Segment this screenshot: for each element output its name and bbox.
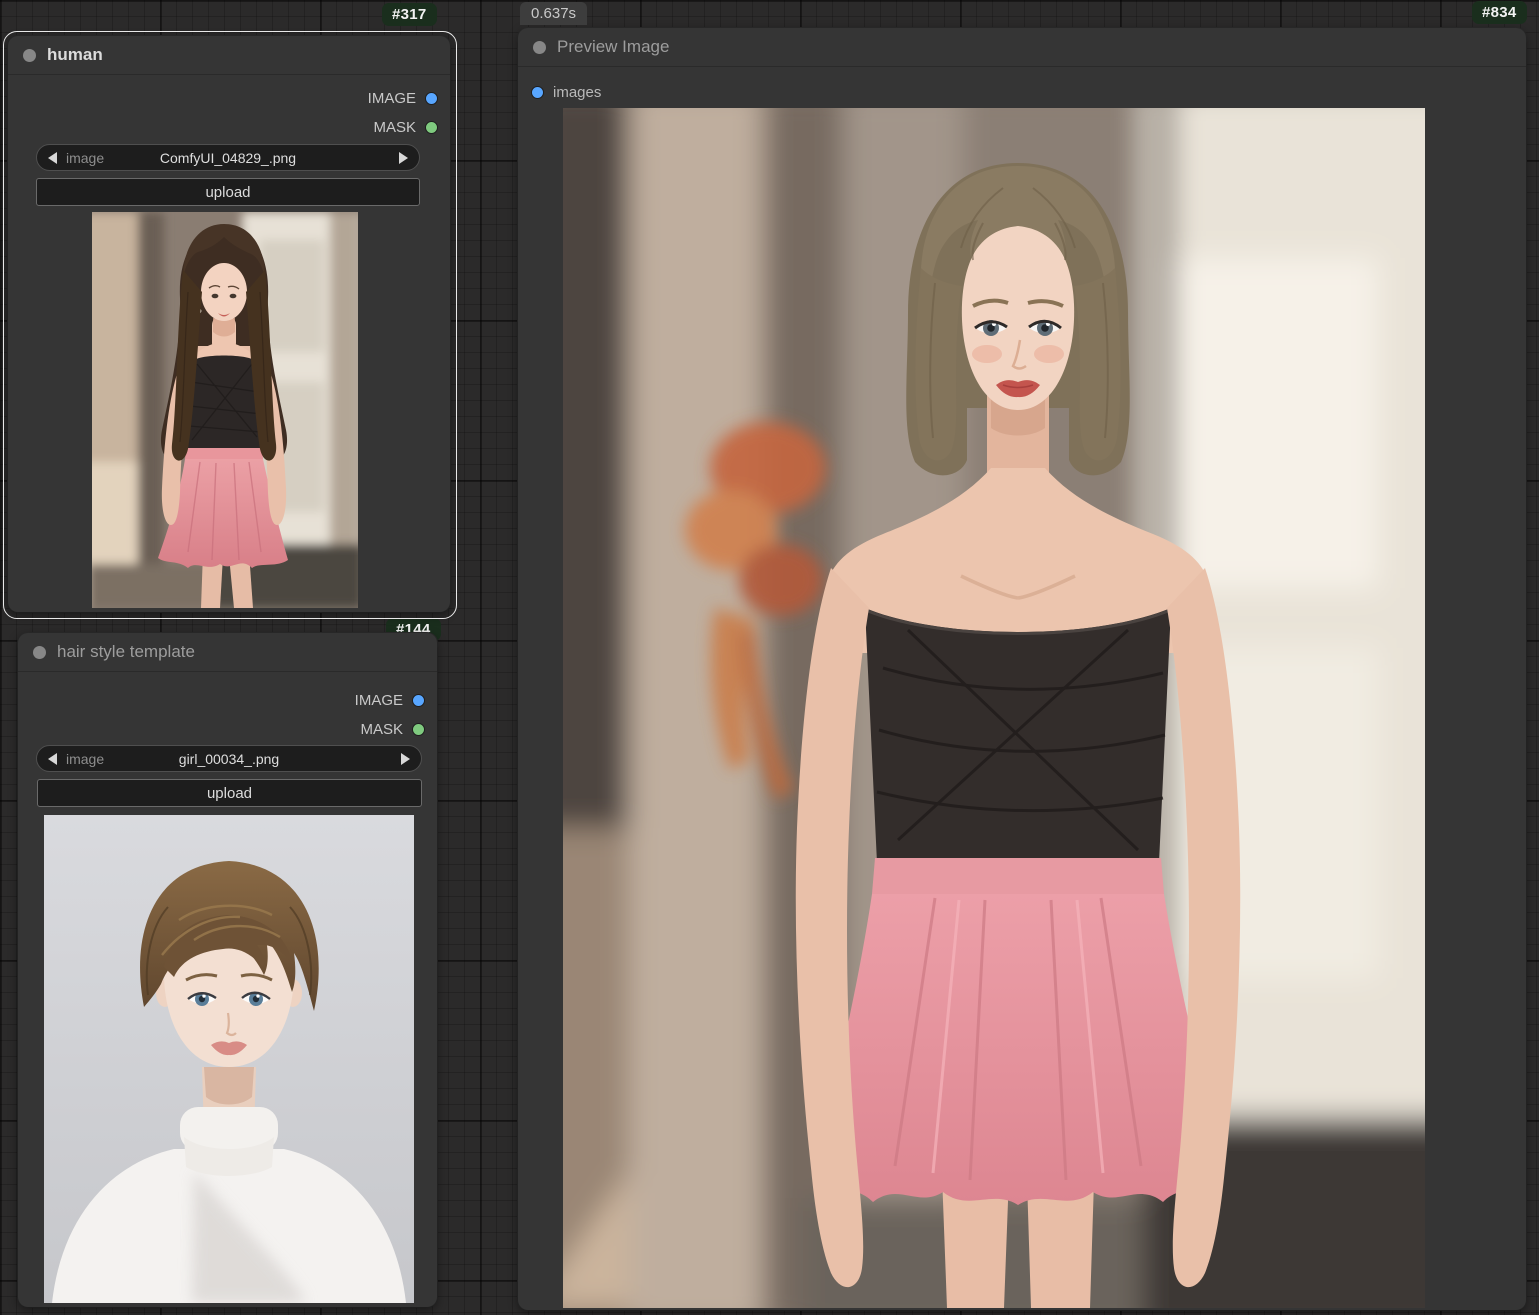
combo-prev-icon[interactable] [48,752,57,765]
collapse-dot-icon[interactable] [533,40,546,54]
preview-image-output [563,108,1425,1308]
node-hair-style-template[interactable]: hair style template IMAGE MASK image gir… [18,633,437,1307]
image-combo-widget[interactable]: image girl_00034_.png [36,745,422,772]
mask-slot-icon[interactable] [412,722,425,736]
output-slot-mask[interactable]: MASK [360,719,425,739]
output-slot-mask[interactable]: MASK [373,117,438,137]
node-preview-image-titlebar[interactable]: Preview Image [518,28,1526,67]
collapse-dot-icon[interactable] [33,645,46,659]
input-slot-images[interactable]: images [531,82,601,102]
execution-time-badge: 0.637s [520,2,588,25]
collapse-dot-icon[interactable] [23,48,36,62]
node-title: Preview Image [557,37,670,56]
node-hair-style-template-titlebar[interactable]: hair style template [18,633,437,672]
mask-slot-icon[interactable] [425,120,438,134]
image-slot-icon[interactable] [531,85,544,99]
combo-next-icon[interactable] [401,752,410,765]
comfyui-canvas[interactable]: { "nodes": { "human": { "badge": "#317",… [0,0,1539,1315]
image-slot-icon[interactable] [425,91,438,105]
input-slot-label: images [553,83,602,101]
output-slot-label: MASK [373,118,416,136]
output-slot-image[interactable]: IMAGE [355,690,425,710]
combo-prev-icon[interactable] [48,151,57,164]
combo-widget-value: ComfyUI_04829_.png [159,149,297,166]
output-slot-label: MASK [360,720,403,738]
node-human[interactable]: human IMAGE MASK image ComfyUI_04829_.pn… [8,36,450,612]
image-combo-widget[interactable]: image ComfyUI_04829_.png [36,144,420,171]
hair-template-thumbnail [44,815,414,1303]
human-thumbnail [92,212,358,608]
output-slot-label: IMAGE [367,89,416,107]
image-slot-icon[interactable] [412,693,425,707]
output-slot-label: IMAGE [354,691,403,709]
combo-next-icon[interactable] [399,151,408,164]
output-slot-image[interactable]: IMAGE [368,88,438,108]
upload-button[interactable]: upload [36,178,420,206]
node-title: human [47,45,103,64]
node-preview-image[interactable]: Preview Image images [518,28,1526,1310]
node-id-badge-317: #317 [382,3,437,26]
combo-widget-value: girl_00034_.png [178,750,280,767]
node-title: hair style template [57,642,195,661]
upload-button[interactable]: upload [37,779,422,807]
node-human-titlebar[interactable]: human [8,36,450,75]
node-id-badge-834: #834 [1472,1,1527,24]
